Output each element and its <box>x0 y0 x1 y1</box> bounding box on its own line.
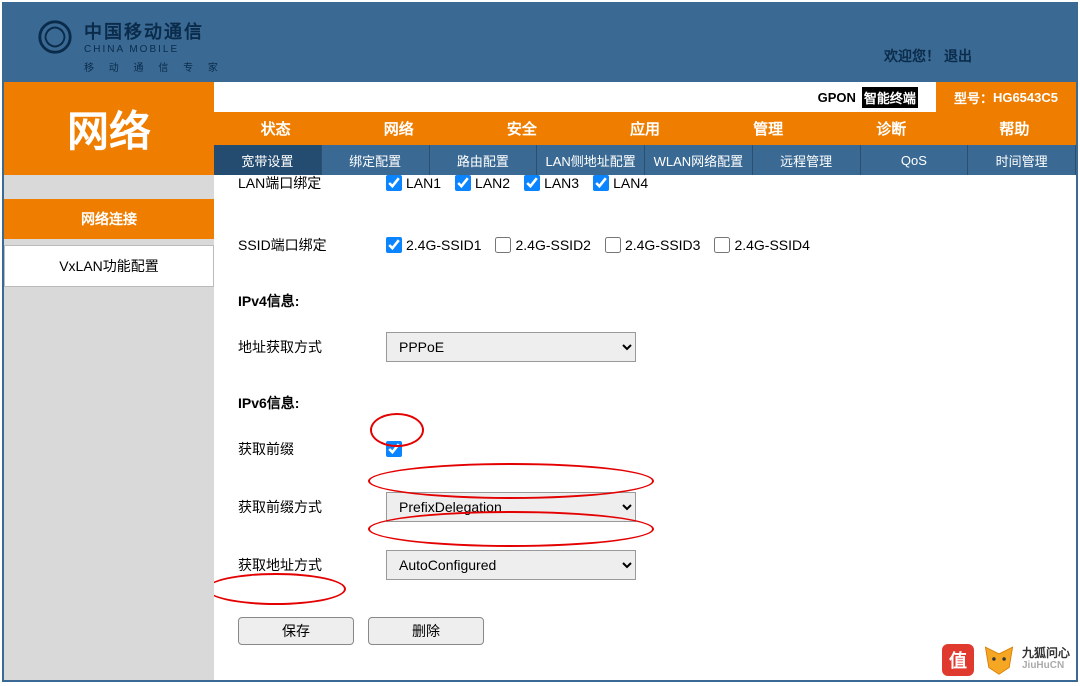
lan1-label: LAN1 <box>406 175 441 191</box>
model-label: 型号： <box>954 88 993 107</box>
watermark-cn: 九狐问心 <box>1022 647 1070 660</box>
lan4-checkbox[interactable] <box>593 175 609 191</box>
get-prefix-label: 获取前缀 <box>238 439 386 459</box>
ssid3-checkbox[interactable] <box>605 237 621 253</box>
watermark-zhi-icon: 值 <box>942 644 974 676</box>
addr-mode6-select[interactable]: AutoConfigured <box>386 550 636 580</box>
lan4-label: LAN4 <box>613 175 648 191</box>
lan1-checkbox[interactable] <box>386 175 402 191</box>
ssid1-label: 2.4G-SSID1 <box>406 237 481 253</box>
lan2-label: LAN2 <box>475 175 510 191</box>
nav-status[interactable]: 状态 <box>214 112 337 145</box>
device-type-label: GPON <box>818 90 856 105</box>
brand-name-cn: 中国移动通信 <box>84 18 224 44</box>
sidebar-item-network-conn[interactable]: 网络连接 <box>4 199 214 239</box>
subnav-lan-addr[interactable]: LAN侧地址配置 <box>537 145 645 175</box>
save-button[interactable]: 保存 <box>238 617 354 645</box>
main-nav: 状态 网络 安全 应用 管理 诊断 帮助 <box>214 112 1076 145</box>
subnav-routing[interactable]: 路由配置 <box>430 145 538 175</box>
page-title-box: 网络 <box>4 82 214 175</box>
ssid2-checkbox[interactable] <box>495 237 511 253</box>
nav-help[interactable]: 帮助 <box>953 112 1076 145</box>
content-panel[interactable]: LAN端口绑定 LAN1 LAN2 LAN3 LAN4 SSID端口绑定 2.4… <box>214 175 1076 680</box>
subnav-remote[interactable]: 远程管理 <box>753 145 861 175</box>
watermark: 值 九狐问心 JiuHuCN <box>942 642 1070 676</box>
device-info-row: GPON 智能终端 型号： HG6543C5 <box>214 82 1076 112</box>
prefix-mode-select[interactable]: PrefixDelegation <box>386 492 636 522</box>
addr-mode6-label: 获取地址方式 <box>238 555 386 575</box>
ssid4-checkbox[interactable] <box>714 237 730 253</box>
watermark-fox-icon <box>982 642 1016 676</box>
nav-application[interactable]: 应用 <box>583 112 706 145</box>
sidebar-item-vxlan[interactable]: VxLAN功能配置 <box>4 245 214 287</box>
welcome-greeting: 欢迎您！ <box>884 48 940 64</box>
lan-bind-label: LAN端口绑定 <box>238 175 386 193</box>
delete-button[interactable]: 删除 <box>368 617 484 645</box>
nav-security[interactable]: 安全 <box>460 112 583 145</box>
model-value: HG6543C5 <box>993 90 1058 105</box>
page-title: 网络 <box>67 98 151 159</box>
nav-diagnosis[interactable]: 诊断 <box>830 112 953 145</box>
subnav-wlan[interactable]: WLAN网络配置 <box>645 145 753 175</box>
ipv6-section-title: IPv6信息: <box>238 393 1052 413</box>
brand-name-en: CHINA MOBILE <box>84 44 224 55</box>
sub-nav: 宽带设置 绑定配置 路由配置 LAN侧地址配置 WLAN网络配置 远程管理 Qo… <box>214 145 1076 175</box>
nav-management[interactable]: 管理 <box>707 112 830 145</box>
brand-subtitle: 移 动 通 信 专 家 <box>84 59 224 74</box>
ssid4-label: 2.4G-SSID4 <box>734 237 809 253</box>
ssid3-label: 2.4G-SSID3 <box>625 237 700 253</box>
device-type-suffix: 智能终端 <box>862 87 918 108</box>
ssid2-label: 2.4G-SSID2 <box>515 237 590 253</box>
sidebar: 网络连接 VxLAN功能配置 <box>4 175 214 680</box>
subnav-time[interactable]: 时间管理 <box>968 145 1076 175</box>
lan3-label: LAN3 <box>544 175 579 191</box>
addr-mode-label: 地址获取方式 <box>238 337 386 357</box>
welcome-text: 欢迎您！退出 <box>884 46 972 66</box>
subnav-qos[interactable]: QoS <box>861 145 969 175</box>
subnav-broadband[interactable]: 宽带设置 <box>214 145 322 175</box>
header-bar: 中国移动通信 CHINA MOBILE 移 动 通 信 专 家 欢迎您！退出 <box>4 4 1076 82</box>
addr-mode-select[interactable]: PPPoE <box>386 332 636 362</box>
logout-link[interactable]: 退出 <box>944 48 972 64</box>
ssid1-checkbox[interactable] <box>386 237 402 253</box>
get-prefix-checkbox[interactable] <box>386 441 402 457</box>
nav-network[interactable]: 网络 <box>337 112 460 145</box>
subnav-binding[interactable]: 绑定配置 <box>322 145 430 175</box>
brand-logo: 中国移动通信 CHINA MOBILE 移 动 通 信 专 家 <box>36 18 224 74</box>
watermark-en: JiuHuCN <box>1022 660 1070 671</box>
lan2-checkbox[interactable] <box>455 175 471 191</box>
ipv4-section-title: IPv4信息: <box>238 291 1052 311</box>
china-mobile-icon <box>36 18 74 56</box>
prefix-mode-label: 获取前缀方式 <box>238 497 386 517</box>
lan3-checkbox[interactable] <box>524 175 540 191</box>
ssid-bind-label: SSID端口绑定 <box>238 235 386 255</box>
